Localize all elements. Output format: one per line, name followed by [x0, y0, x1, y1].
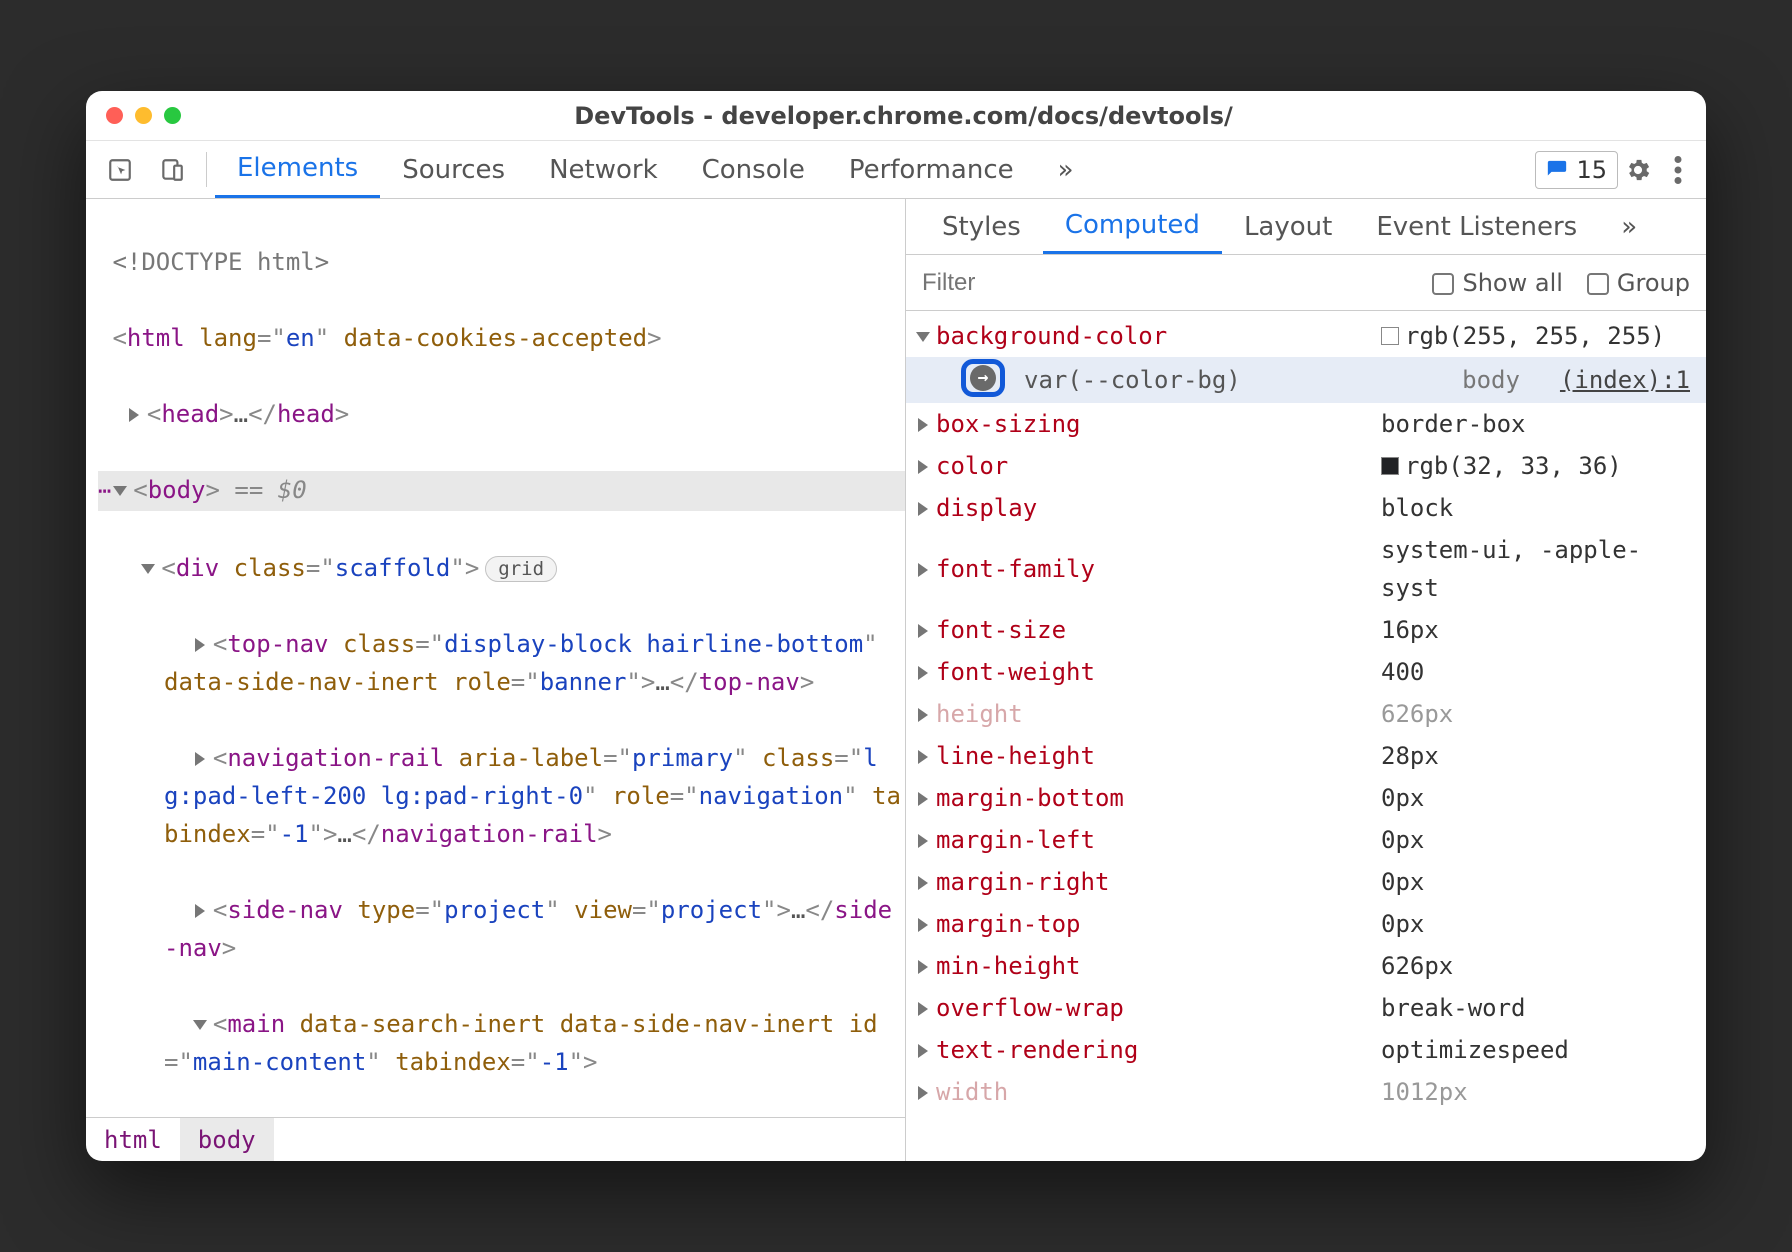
dom-body-selected[interactable]: ⋯<body> == $0 [98, 471, 905, 511]
tab-sources[interactable]: Sources [380, 141, 527, 198]
computed-row-height[interactable]: height626px [906, 693, 1706, 735]
window-title: DevTools - developer.chrome.com/docs/dev… [181, 102, 1626, 130]
computed-list[interactable]: background-color rgb(255, 255, 255) var(… [906, 311, 1706, 1161]
computed-filter-bar: Show all Group [906, 255, 1706, 311]
main-tabs: Elements Sources Network Console Perform… [215, 141, 1096, 198]
dom-tree[interactable]: <!DOCTYPE html> <html lang="en" data-coo… [86, 199, 905, 1117]
computed-row-font-family[interactable]: font-familysystem-ui, -apple-syst [906, 529, 1706, 609]
dom-main-open[interactable]: <main data-search-inert data-side-nav-in… [98, 1005, 905, 1081]
issues-count: 15 [1576, 156, 1607, 184]
computed-subrow-background-color[interactable]: var(--color-bg) body (index):1 [906, 357, 1706, 403]
dom-doctype[interactable]: <!DOCTYPE html> [98, 243, 905, 281]
dom-navrail[interactable]: <navigation-rail aria-label="primary" cl… [98, 739, 905, 853]
dom-pane: <!DOCTYPE html> <html lang="en" data-coo… [86, 199, 906, 1161]
computed-row-width[interactable]: width1012px [906, 1071, 1706, 1113]
more-menu-icon[interactable] [1658, 156, 1698, 184]
sub-tab-styles[interactable]: Styles [920, 199, 1043, 254]
sub-tab-computed[interactable]: Computed [1043, 199, 1222, 254]
tab-network[interactable]: Network [527, 141, 680, 198]
sub-tabs-overflow[interactable]: » [1599, 199, 1659, 254]
computed-row-background-color[interactable]: background-color rgb(255, 255, 255) [906, 315, 1706, 357]
tab-elements[interactable]: Elements [215, 141, 380, 198]
tabs-overflow[interactable]: » [1036, 141, 1096, 198]
filter-input[interactable] [922, 269, 1122, 297]
computed-row-box-sizing[interactable]: box-sizingborder-box [906, 403, 1706, 445]
group-toggle[interactable]: Group [1587, 269, 1690, 297]
computed-row-display[interactable]: displayblock [906, 487, 1706, 529]
sub-tab-event-listeners[interactable]: Event Listeners [1354, 199, 1599, 254]
maximize-window-icon[interactable] [164, 107, 181, 124]
dom-html-open[interactable]: <html lang="en" data-cookies-accepted> [98, 319, 905, 357]
styles-pane: Styles Computed Layout Event Listeners »… [906, 199, 1706, 1161]
settings-icon[interactable] [1618, 156, 1658, 184]
close-window-icon[interactable] [106, 107, 123, 124]
computed-row-overflow-wrap[interactable]: overflow-wrapbreak-word [906, 987, 1706, 1029]
traffic-lights [106, 107, 181, 124]
color-swatch-icon [1381, 327, 1399, 345]
tab-console[interactable]: Console [680, 141, 827, 198]
computed-row-margin-right[interactable]: margin-right0px [906, 861, 1706, 903]
breadcrumb: html body [86, 1117, 905, 1161]
issues-badge[interactable]: 15 [1535, 151, 1618, 189]
styles-sub-tabs: Styles Computed Layout Event Listeners » [906, 199, 1706, 255]
computed-row-font-size[interactable]: font-size16px [906, 609, 1706, 651]
show-all-toggle[interactable]: Show all [1432, 269, 1562, 297]
crumb-body[interactable]: body [180, 1118, 274, 1161]
main-toolbar: Elements Sources Network Console Perform… [86, 141, 1706, 199]
dom-head[interactable]: <head>…</head> [98, 395, 905, 433]
color-swatch-icon [1381, 457, 1399, 475]
dom-topnav[interactable]: <top-nav class="display-block hairline-b… [98, 625, 905, 701]
devtools-window: DevTools - developer.chrome.com/docs/dev… [86, 91, 1706, 1161]
inspect-element-icon[interactable] [98, 148, 142, 192]
main-split: <!DOCTYPE html> <html lang="en" data-coo… [86, 199, 1706, 1161]
computed-row-font-weight[interactable]: font-weight400 [906, 651, 1706, 693]
device-toggle-icon[interactable] [150, 148, 194, 192]
grid-pill[interactable]: grid [485, 556, 557, 582]
minimize-window-icon[interactable] [135, 107, 152, 124]
computed-row-text-rendering[interactable]: text-renderingoptimizespeed [906, 1029, 1706, 1071]
crumb-html[interactable]: html [86, 1118, 180, 1161]
navigate-source-icon[interactable] [961, 359, 1005, 397]
title-bar: DevTools - developer.chrome.com/docs/dev… [86, 91, 1706, 141]
computed-row-color[interactable]: colorrgb(32, 33, 36) [906, 445, 1706, 487]
tab-performance[interactable]: Performance [827, 141, 1036, 198]
computed-row-line-height[interactable]: line-height28px [906, 735, 1706, 777]
computed-row-margin-left[interactable]: margin-left0px [906, 819, 1706, 861]
sub-tab-layout[interactable]: Layout [1222, 199, 1354, 254]
computed-row-min-height[interactable]: min-height626px [906, 945, 1706, 987]
computed-row-margin-top[interactable]: margin-top0px [906, 903, 1706, 945]
dom-sidenav[interactable]: <side-nav type="project" view="project">… [98, 891, 905, 967]
computed-row-margin-bottom[interactable]: margin-bottom0px [906, 777, 1706, 819]
dom-scaffold[interactable]: <div class="scaffold">grid [98, 549, 905, 587]
